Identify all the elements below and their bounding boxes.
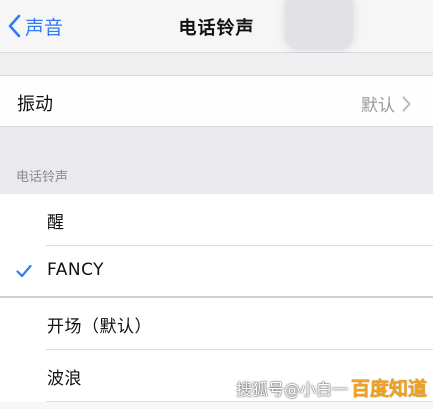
- ringtone-row-opening[interactable]: 开场（默认）: [0, 298, 433, 350]
- ringtone-row-fancy[interactable]: FANCY: [0, 246, 433, 298]
- section-spacer: [0, 53, 433, 75]
- watermark-brand: 百度知道: [350, 378, 427, 400]
- navigation-bar: 声音 电话铃声: [0, 0, 433, 53]
- ringtone-section-header: 电话铃声: [16, 170, 69, 185]
- ringtone-label: 波浪: [47, 369, 82, 389]
- ringtone-label: FANCY: [47, 260, 105, 280]
- vibration-value: 默认: [361, 91, 411, 116]
- vibration-row[interactable]: 振动 默认: [0, 75, 433, 127]
- ringtone-label: 开场（默认）: [47, 317, 152, 337]
- ringtone-row-xing[interactable]: 醒: [0, 194, 433, 246]
- watermark: 搜狐号@小白一 百度知道: [236, 374, 427, 401]
- chevron-right-icon: [402, 96, 411, 111]
- ringtone-list: 醒 FANCY 开场（默认） 波浪: [0, 194, 433, 402]
- assistive-touch-button[interactable]: [285, 0, 353, 50]
- row-divider: [46, 401, 433, 402]
- page-title: 电话铃声: [178, 18, 255, 39]
- vibration-value-text: 默认: [361, 96, 395, 116]
- ringtone-label: 醒: [47, 213, 65, 233]
- vibration-label: 振动: [17, 94, 53, 115]
- watermark-prefix: 搜狐号@小白一: [235, 379, 348, 399]
- checkmark-icon: [16, 264, 32, 278]
